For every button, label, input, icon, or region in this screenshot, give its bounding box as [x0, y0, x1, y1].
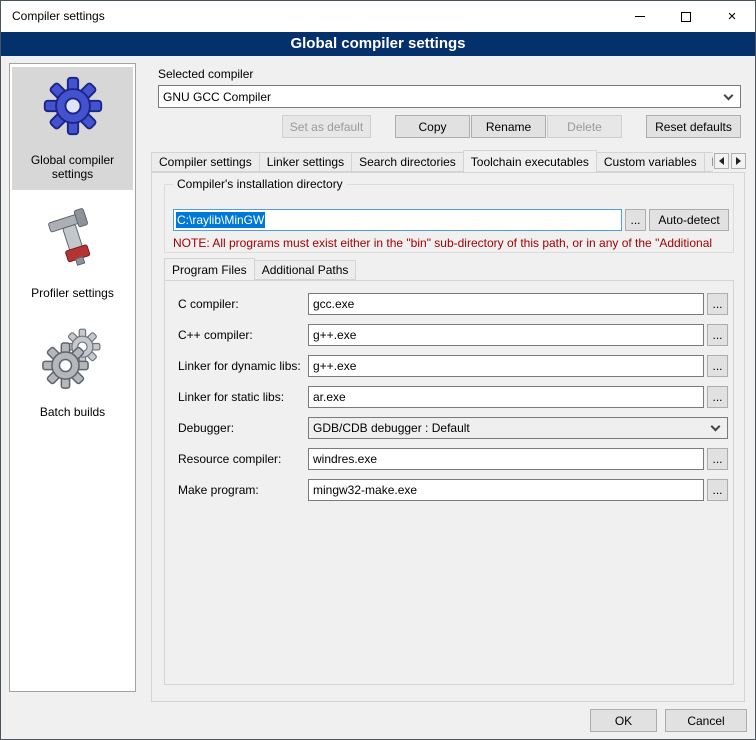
selected-compiler-select[interactable]: GNU GCC Compiler	[158, 85, 741, 108]
tab-program-files[interactable]: Program Files	[164, 258, 255, 280]
tab-build-options[interactable]: Buil	[704, 152, 713, 172]
auto-detect-button[interactable]: Auto-detect	[649, 209, 729, 231]
minimize-icon	[635, 16, 645, 17]
field-label: Resource compiler:	[178, 448, 281, 470]
installation-directory-group: Compiler's installation directory C:\ray…	[164, 184, 734, 253]
linker-dynamic-input[interactable]	[308, 355, 704, 377]
debugger-select[interactable]: GDB/CDB debugger : Default	[308, 417, 728, 439]
cpp-compiler-input[interactable]	[308, 324, 704, 346]
browse-button[interactable]: ...	[707, 386, 728, 408]
browse-directory-button[interactable]: ...	[625, 209, 646, 231]
window-title: Compiler settings	[12, 1, 105, 32]
field-row-linker-static: Linker for static libs: ...	[165, 386, 733, 408]
chevron-down-icon	[711, 422, 721, 432]
browse-button[interactable]: ...	[707, 293, 728, 315]
make-program-input[interactable]	[308, 479, 704, 501]
tab-additional-paths[interactable]: Additional Paths	[254, 260, 357, 280]
sidebar-item-label: Global compiler settings	[16, 153, 129, 181]
arrow-left-icon	[719, 157, 724, 165]
settings-sidebar: Global compiler settings Profiler settin…	[9, 63, 136, 692]
copy-button[interactable]: Copy	[395, 115, 470, 138]
field-row-make-program: Make program: ...	[165, 479, 733, 501]
note-text: NOTE: All programs must exist either in …	[173, 236, 733, 250]
sidebar-item-label: Batch builds	[16, 405, 129, 419]
tab-custom-variables[interactable]: Custom variables	[596, 152, 705, 172]
maximize-button[interactable]	[663, 1, 709, 32]
installation-directory-input[interactable]: C:\raylib\MinGW	[173, 209, 622, 231]
c-compiler-input[interactable]	[308, 293, 704, 315]
set-as-default-button[interactable]: Set as default	[282, 115, 371, 138]
arrow-right-icon	[736, 157, 741, 165]
window-controls: ×	[617, 1, 755, 32]
main-tabstrip: Compiler settings Linker settings Search…	[151, 150, 713, 172]
sidebar-item-label: Profiler settings	[16, 286, 129, 300]
rename-button[interactable]: Rename	[471, 115, 546, 138]
program-files-page: C compiler: ... C++ compiler: ... Linker…	[164, 280, 734, 685]
field-row-cpp-compiler: C++ compiler: ...	[165, 324, 733, 346]
field-label: Linker for static libs:	[178, 386, 284, 408]
field-row-linker-dynamic: Linker for dynamic libs: ...	[165, 355, 733, 377]
sidebar-item-batch-builds[interactable]: Batch builds	[12, 319, 133, 428]
tab-linker-settings[interactable]: Linker settings	[259, 152, 352, 172]
group-title: Compiler's installation directory	[173, 177, 347, 191]
browse-button[interactable]: ...	[707, 355, 728, 377]
field-row-resource-compiler: Resource compiler: ...	[165, 448, 733, 470]
cancel-button[interactable]: Cancel	[665, 709, 747, 732]
sidebar-item-global-compiler-settings[interactable]: Global compiler settings	[12, 67, 133, 190]
gear-icon	[41, 74, 105, 138]
selected-text: C:\raylib\MinGW	[176, 212, 265, 228]
selected-compiler-value: GNU GCC Compiler	[159, 90, 721, 104]
browse-button[interactable]: ...	[707, 324, 728, 346]
browse-button[interactable]: ...	[707, 448, 728, 470]
linker-static-input[interactable]	[308, 386, 704, 408]
tab-scroll-left-button[interactable]	[714, 153, 729, 169]
chevron-down-icon	[724, 90, 734, 100]
tab-search-directories[interactable]: Search directories	[351, 152, 464, 172]
minimize-button[interactable]	[617, 1, 663, 32]
profiler-tool-icon	[41, 207, 105, 271]
browse-button[interactable]: ...	[707, 479, 728, 501]
selected-compiler-label: Selected compiler	[158, 67, 253, 81]
field-label: C compiler:	[178, 293, 239, 315]
tab-compiler-settings[interactable]: Compiler settings	[151, 152, 260, 172]
debugger-value: GDB/CDB debugger : Default	[309, 421, 708, 435]
field-label: Make program:	[178, 479, 259, 501]
inner-tabstrip: Program Files Additional Paths	[164, 258, 724, 280]
tab-scroll-right-button[interactable]	[731, 153, 746, 169]
delete-button[interactable]: Delete	[547, 115, 622, 138]
tab-toolchain-executables[interactable]: Toolchain executables	[463, 150, 597, 172]
close-button[interactable]: ×	[709, 1, 755, 32]
sidebar-item-profiler-settings[interactable]: Profiler settings	[12, 200, 133, 309]
toolchain-executables-page: Compiler's installation directory C:\ray…	[151, 172, 745, 702]
close-icon: ×	[728, 9, 737, 24]
field-label: Linker for dynamic libs:	[178, 355, 301, 377]
compiler-settings-dialog: Compiler settings × Global compiler sett…	[0, 0, 756, 740]
ok-button[interactable]: OK	[590, 709, 657, 732]
titlebar: Compiler settings ×	[1, 1, 755, 32]
maximize-icon	[681, 12, 691, 22]
field-row-c-compiler: C compiler: ...	[165, 293, 733, 315]
field-label: C++ compiler:	[178, 324, 253, 346]
reset-defaults-button[interactable]: Reset defaults	[646, 115, 741, 138]
dialog-banner: Global compiler settings	[1, 32, 755, 56]
field-label: Debugger:	[178, 417, 234, 439]
field-row-debugger: Debugger: GDB/CDB debugger : Default	[165, 417, 733, 439]
gears-icon	[41, 326, 105, 390]
resource-compiler-input[interactable]	[308, 448, 704, 470]
